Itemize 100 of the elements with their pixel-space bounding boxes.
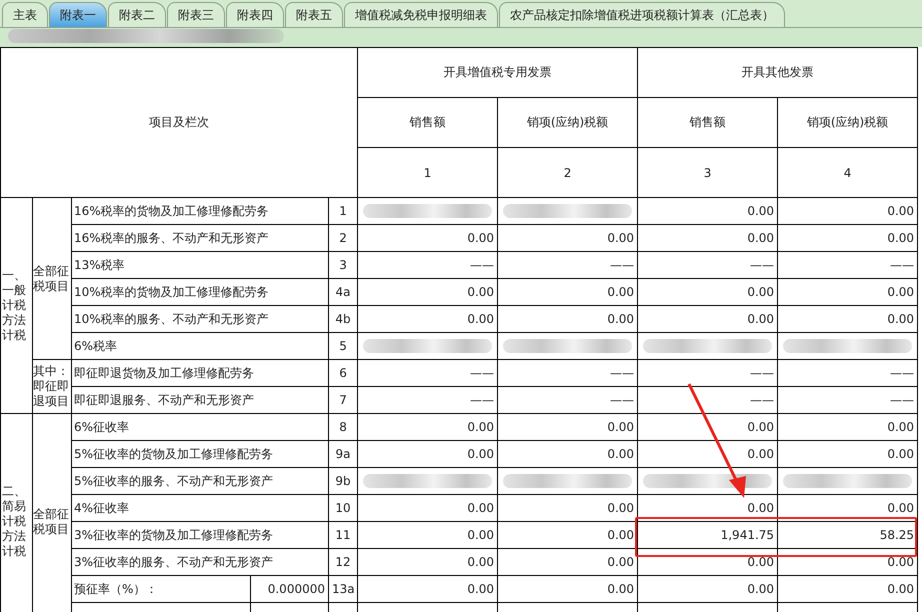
line-number: 4a (336, 284, 351, 298)
column-header: 项目及栏次 (149, 115, 210, 129)
line-number: 12 (335, 554, 351, 568)
table-cell: 0.00 (607, 528, 634, 542)
table-cell: —— (610, 258, 634, 272)
rate-value: 0.000000 (268, 582, 325, 596)
table-cell: 0.00 (747, 582, 774, 596)
table-cell: 0.00 (467, 230, 494, 244)
table-cell: —— (890, 258, 914, 272)
table-cell: —— (610, 366, 634, 380)
table-cell: —— (750, 366, 774, 380)
table-cell: 0.00 (607, 230, 634, 244)
item-label: 16%税率的货物及加工修理修配劳务 (74, 204, 269, 218)
line-number: 6 (339, 366, 347, 380)
table-cell: 58.25 (880, 528, 914, 542)
table-cell: 0.00 (747, 420, 774, 434)
line-number: 2 (339, 230, 347, 244)
item-label: 6%征收率 (74, 420, 130, 434)
column-header: 销项(应纳)税额 (806, 115, 888, 129)
item-label: 即征即退货物及加工修理修配劳务 (74, 366, 254, 380)
line-number: 10 (335, 500, 351, 514)
table-cell: 0.00 (467, 528, 494, 542)
subsection-label: 全部征税项目 (33, 506, 69, 536)
item-label: 即征即退服务、不动产和无形资产 (74, 392, 254, 406)
tab[interactable]: 附表五 (285, 2, 343, 27)
item-label: 4%征收率 (74, 500, 130, 514)
column-header: 开具其他发票 (742, 65, 814, 79)
table-cell: 0.00 (607, 446, 634, 460)
line-number: 8 (339, 420, 347, 434)
column-number: 4 (844, 166, 852, 180)
column-number: 2 (564, 166, 572, 180)
table-cell: 0.00 (467, 582, 494, 596)
column-header: 销售额 (690, 115, 726, 129)
table-cell: —— (470, 258, 494, 272)
table-cell: 0.00 (467, 420, 494, 434)
table-cell: 0.00 (887, 284, 914, 298)
line-number: 11 (335, 528, 351, 542)
column-header: 销项(应纳)税额 (526, 115, 608, 129)
table-cell: 0.00 (467, 554, 494, 568)
table-cell: 1,941.75 (720, 528, 774, 542)
section-label: 二、简易计税方法计税 (2, 484, 26, 558)
line-number: 7 (339, 392, 347, 406)
line-number: 4b (335, 312, 351, 326)
tab[interactable]: 增值税减免税申报明细表 (344, 2, 498, 27)
table-cell: 0.00 (887, 204, 914, 218)
table-cell: 0.00 (887, 230, 914, 244)
tab[interactable]: 附表四 (226, 2, 284, 27)
subsection-label: 全部征税项目 (33, 264, 69, 292)
column-number: 3 (704, 166, 712, 180)
line-number: 9b (335, 474, 351, 488)
item-label: 5%征收率的服务、不动产和无形资产 (74, 474, 274, 488)
table-cell: 0.00 (467, 284, 494, 298)
line-number: 9a (336, 446, 351, 460)
table-cell: 0.00 (887, 500, 914, 514)
subsection-label: 其中：即征即退项目 (33, 364, 69, 408)
item-label: 3%征收率的服务、不动产和无形资产 (74, 554, 274, 568)
table-cell: 0.00 (887, 446, 914, 460)
table-cell: 0.00 (467, 500, 494, 514)
table-cell: 0.00 (747, 284, 774, 298)
tab[interactable]: 主表 (2, 2, 48, 27)
column-number: 1 (424, 166, 432, 180)
table-cell: —— (470, 392, 494, 406)
table-cell: 0.00 (747, 446, 774, 460)
item-label: 13%税率 (74, 258, 125, 272)
item-label: 3%征收率的货物及加工修理修配劳务 (74, 528, 274, 542)
column-header: 开具增值税专用发票 (444, 65, 552, 79)
tab[interactable]: 附表二 (108, 2, 166, 27)
line-number: 5 (339, 338, 347, 352)
table-cell: 0.00 (607, 500, 634, 514)
table-cell: 0.00 (747, 230, 774, 244)
table-cell: 0.00 (607, 312, 634, 326)
table-cell: —— (610, 392, 634, 406)
item-label: 10%税率的货物及加工修理修配劳务 (74, 284, 269, 298)
table-cell: 0.00 (887, 420, 914, 434)
table-cell: 0.00 (887, 312, 914, 326)
table-cell: 0.00 (607, 284, 634, 298)
column-header: 销售额 (410, 115, 446, 129)
tab[interactable]: 附表一 (49, 2, 107, 27)
item-label: 10%税率的服务、不动产和无形资产 (74, 312, 269, 326)
table-cell: 0.00 (747, 500, 774, 514)
table-cell: 0.00 (607, 582, 634, 596)
item-label: 6%税率 (74, 338, 118, 352)
table-cell: 0.00 (887, 554, 914, 568)
line-number: 3 (339, 258, 347, 272)
tab[interactable]: 农产品核定扣除增值税进项税额计算表（汇总表） (499, 2, 785, 27)
table-cell: 0.00 (467, 312, 494, 326)
item-label: 预征率（%）： (74, 582, 158, 596)
tab[interactable]: 附表三 (167, 2, 225, 27)
table-cell: —— (470, 366, 494, 380)
item-label: 16%税率的服务、不动产和无形资产 (74, 230, 269, 244)
table-cell: 0.00 (607, 554, 634, 568)
table-cell: 0.00 (747, 204, 774, 218)
table-cell: 0.00 (887, 582, 914, 596)
line-number: 13a (332, 582, 355, 596)
item-label: 5%征收率的货物及加工修理修配劳务 (74, 446, 274, 460)
line-number: 1 (339, 204, 347, 218)
section-label: 一、一般计税方法计税 (2, 268, 26, 342)
table-cell: 0.00 (747, 312, 774, 326)
table-cell: 0.00 (747, 554, 774, 568)
table-cell: —— (750, 392, 774, 406)
